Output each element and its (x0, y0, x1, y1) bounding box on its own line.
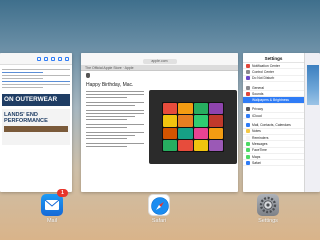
text-line (2, 69, 70, 70)
settings-row-icon (246, 148, 250, 153)
web-page-content: Happy Birthday, Mac. (81, 71, 238, 164)
mail-app-label: Mail (46, 218, 58, 224)
ad-line-2: PERFORMANCE (4, 118, 48, 124)
settings-row-icon (246, 91, 250, 96)
settings-row-icon (246, 135, 250, 140)
wallpaper-preview (307, 65, 319, 105)
settings-row-label: Control Center (252, 69, 275, 74)
settings-app-icon-group[interactable]: Settings (256, 194, 280, 224)
address-bar: apple.com (81, 57, 238, 65)
ad-photo (4, 126, 68, 132)
text-line (2, 81, 70, 82)
settings-row-icon (246, 141, 250, 146)
mail-badge: 1 (57, 189, 68, 197)
mac-screen-image (162, 102, 224, 152)
flag-icon[interactable] (37, 56, 41, 61)
paragraph (86, 143, 144, 147)
settings-row-label: Do Not Disturb (252, 76, 275, 81)
paragraph (86, 110, 144, 120)
settings-rows: Notification Center Control Center Do Not … (243, 63, 304, 167)
apple-logo-icon (86, 73, 90, 78)
paragraph (86, 124, 144, 128)
text-line (2, 78, 43, 79)
settings-row[interactable]: Safari (243, 160, 304, 167)
text-line (2, 87, 43, 88)
settings-row-icon (246, 98, 250, 103)
safari-app-card[interactable]: apple.com The Official Apple Store · App… (81, 53, 238, 192)
settings-row-icon (246, 69, 250, 74)
article-headline: Happy Birthday, Mac. (86, 82, 134, 88)
safari-compass-icon[interactable] (148, 194, 170, 216)
paragraph (86, 102, 144, 106)
article-text: Happy Birthday, Mac. (86, 82, 144, 147)
settings-row[interactable]: iCloud (243, 113, 304, 120)
settings-row-icon (246, 160, 250, 165)
text-line (2, 84, 70, 85)
settings-row-icon (246, 76, 250, 81)
settings-row-label: Messages (252, 141, 268, 146)
folder-icon[interactable] (44, 56, 48, 61)
settings-row-icon (246, 107, 250, 112)
settings-row-label: iCloud (252, 113, 262, 118)
mail-app-icon-group[interactable]: Mail (40, 194, 64, 224)
ad-banner-performance: LANDS' END PERFORMANCE (2, 109, 70, 145)
gear-icon[interactable] (257, 194, 279, 216)
mail-icon[interactable] (41, 194, 63, 216)
settings-row-label: Privacy (252, 107, 264, 112)
reply-icon[interactable] (58, 56, 62, 61)
settings-row-icon (246, 123, 250, 128)
mac-photo (149, 90, 237, 164)
paragraph (86, 132, 144, 139)
text-line (2, 72, 43, 73)
ad-banner-outerwear: ON OUTERWEAR (2, 94, 70, 106)
settings-row-label: FaceTime (252, 148, 267, 153)
settings-row-label: Maps (252, 154, 261, 159)
settings-row-label: Reminders (252, 135, 269, 140)
settings-row-label: Notes (252, 129, 261, 134)
settings-row-label: Wallpapers & Brightness (252, 98, 289, 103)
settings-app-card[interactable]: Settings Notification Center Control Cent… (243, 53, 320, 192)
paragraph (86, 91, 144, 98)
settings-row-label: General (252, 85, 265, 90)
compose-icon[interactable] (65, 56, 69, 61)
settings-app-label: Settings (258, 218, 278, 224)
settings-title: Settings (243, 53, 304, 63)
safari-app-label: Safari (151, 218, 167, 224)
safari-app-icon-group[interactable]: Safari (147, 194, 171, 224)
settings-row[interactable]: Do Not Disturb (243, 76, 304, 82)
text-line (2, 75, 70, 76)
url-field: apple.com (142, 58, 177, 64)
settings-row-label: Mail, Contacts, Calendars (252, 123, 291, 128)
settings-row-icon (246, 113, 250, 118)
settings-list: Settings Notification Center Control Cent… (243, 53, 305, 192)
mail-message-body: ON OUTERWEAR LANDS' END PERFORMANCE (0, 65, 72, 145)
settings-row-label: Sounds (252, 91, 264, 96)
settings-row-label: Safari (252, 160, 261, 165)
settings-row-icon (246, 85, 250, 90)
trash-icon[interactable] (51, 56, 55, 61)
settings-row-icon (246, 154, 250, 159)
mail-toolbar (0, 53, 72, 65)
settings-row-icon (246, 63, 250, 68)
settings-row[interactable]: Wallpapers & Brightness (243, 97, 304, 104)
settings-row-icon (246, 129, 250, 134)
settings-row-label: Notification Center (252, 63, 280, 68)
mail-app-card[interactable]: ON OUTERWEAR LANDS' END PERFORMANCE (0, 53, 72, 192)
